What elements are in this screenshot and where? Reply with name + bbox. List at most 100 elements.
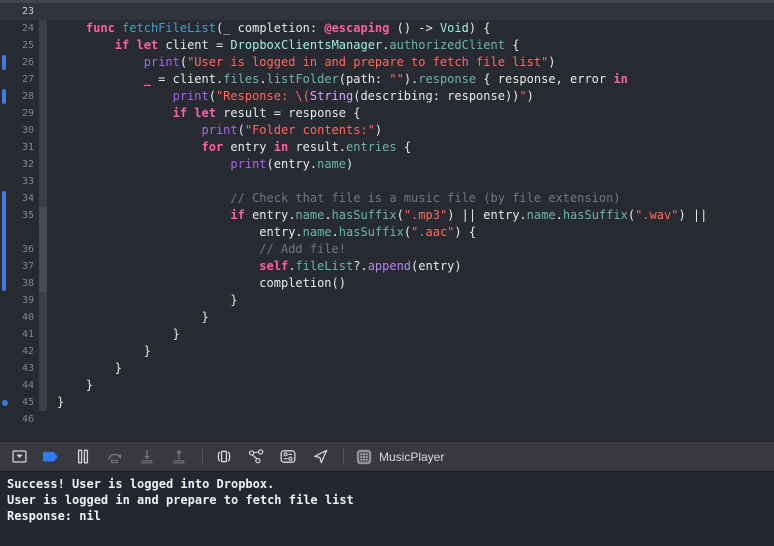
code-text: } <box>57 344 151 358</box>
code-line[interactable]: 43 } <box>0 360 774 377</box>
code-line[interactable]: 37 self.fileList?.append(entry) <box>0 258 774 275</box>
code-line[interactable]: 26 print("User is logged in and prepare … <box>0 54 774 71</box>
app-grid-icon <box>356 449 372 465</box>
code-area[interactable]: 23 24 func fetchFileList(_ completion: @e… <box>0 3 774 428</box>
process-chip: MusicPlayer <box>356 449 444 465</box>
environment-overrides-icon <box>279 448 297 465</box>
fold-ribbon <box>38 173 48 190</box>
line-number[interactable]: 41 <box>0 326 36 343</box>
fold-ribbon <box>38 88 48 105</box>
code-line[interactable]: 35 if entry.name.hasSuffix(".mp3") || en… <box>0 207 774 224</box>
line-number[interactable]: 25 <box>0 37 36 54</box>
code-line[interactable]: 40 } <box>0 309 774 326</box>
line-number[interactable]: 39 <box>0 292 36 309</box>
line-number[interactable]: 43 <box>0 360 36 377</box>
console-line: Success! User is logged into Dropbox. <box>7 477 275 491</box>
fold-ribbon <box>38 411 48 428</box>
code-line[interactable]: entry.name.hasSuffix(".aac") { <box>0 224 774 241</box>
memory-graph-button[interactable] <box>245 445 267 469</box>
code-text: } <box>57 293 238 307</box>
console-output[interactable]: Success! User is logged into Dropbox. Use… <box>0 472 774 546</box>
environment-overrides-button[interactable] <box>277 445 299 469</box>
code-line[interactable]: 32 print(entry.name) <box>0 156 774 173</box>
fold-ribbon <box>38 241 48 258</box>
debug-button-group <box>8 445 354 469</box>
code-text: } <box>57 310 209 324</box>
code-line[interactable]: 42 } <box>0 343 774 360</box>
breakpoints-toggle-button[interactable] <box>40 445 62 469</box>
fold-ribbon <box>38 309 48 326</box>
fold-ribbon <box>38 292 48 309</box>
step-out-icon <box>170 448 188 465</box>
line-number[interactable]: 46 <box>0 411 36 428</box>
change-dot <box>2 399 8 406</box>
code-text: } <box>57 361 123 375</box>
line-number[interactable]: 33 <box>0 173 36 190</box>
hide-debug-area-button[interactable] <box>8 445 30 469</box>
code-line[interactable]: 36 // Add file! <box>0 241 774 258</box>
code-line[interactable]: 25 if let client = DropboxClientsManager… <box>0 37 774 54</box>
fold-ribbon <box>38 394 48 411</box>
pause-button[interactable] <box>72 445 94 469</box>
line-number[interactable]: 44 <box>0 377 36 394</box>
toolbar-separator <box>202 448 203 465</box>
code-line[interactable]: 27 _ = client.files.listFolder(path: "")… <box>0 71 774 88</box>
change-bar <box>2 275 6 291</box>
line-number[interactable]: 30 <box>0 122 36 139</box>
step-into-button[interactable] <box>136 445 158 469</box>
memory-graph-icon <box>247 448 265 465</box>
change-bar <box>2 241 6 258</box>
code-line[interactable]: 44 } <box>0 377 774 394</box>
line-number[interactable]: 31 <box>0 139 36 156</box>
chevron-down-square-icon <box>11 448 28 465</box>
line-number[interactable]: 42 <box>0 343 36 360</box>
simulate-location-button[interactable] <box>309 445 331 469</box>
fold-ribbon <box>38 3 48 20</box>
view-hierarchy-icon <box>215 448 233 465</box>
change-bar <box>2 55 6 70</box>
line-number[interactable]: 32 <box>0 156 36 173</box>
code-line[interactable]: 23 <box>0 3 774 20</box>
fold-ribbon <box>38 71 48 88</box>
code-text: } <box>57 395 65 409</box>
fold-ribbon <box>38 139 48 156</box>
fold-ribbon <box>38 37 48 54</box>
code-text: } <box>57 327 180 341</box>
code-text: } <box>57 378 94 392</box>
fold-ribbon <box>38 122 48 139</box>
code-line[interactable]: 38 completion() <box>0 275 774 292</box>
code-line[interactable]: 45} <box>0 394 774 411</box>
code-line[interactable]: 46 <box>0 411 774 428</box>
console-line: User is logged in and prepare to fetch f… <box>7 493 354 507</box>
code-line[interactable]: 31 for entry in result.entries { <box>0 139 774 156</box>
code-text: print("User is logged in and prepare to … <box>143 55 556 69</box>
line-number[interactable]: 23 <box>0 3 36 20</box>
code-line[interactable]: 24 func fetchFileList(_ completion: @esc… <box>0 20 774 37</box>
code-line[interactable]: 39 } <box>0 292 774 309</box>
code-line[interactable]: 28 print("Response: \(String(describing:… <box>0 88 774 105</box>
view-hierarchy-button[interactable] <box>213 445 235 469</box>
step-out-button[interactable] <box>168 445 190 469</box>
fold-ribbon <box>38 326 48 343</box>
fold-ribbon <box>38 20 48 37</box>
code-line[interactable]: 33 <box>0 173 774 190</box>
fold-ribbon <box>38 343 48 360</box>
fold-ribbon <box>38 156 48 173</box>
line-number[interactable]: 27 <box>0 71 36 88</box>
code-editor[interactable]: 23 24 func fetchFileList(_ completion: @e… <box>0 0 774 441</box>
line-number[interactable]: 29 <box>0 105 36 122</box>
code-text: for entry in result.entries { <box>201 140 412 154</box>
code-text: if let result = response { <box>172 106 361 120</box>
code-line[interactable]: 34 // Check that file is a music file (b… <box>0 190 774 207</box>
code-line[interactable]: 29 if let result = response { <box>0 105 774 122</box>
line-number[interactable]: 24 <box>0 20 36 37</box>
line-number[interactable]: 40 <box>0 309 36 326</box>
code-text: if entry.name.hasSuffix(".mp3") || entry… <box>230 208 708 222</box>
code-line[interactable]: 41 } <box>0 326 774 343</box>
fold-ribbon <box>38 275 48 292</box>
step-over-button[interactable] <box>104 445 126 469</box>
code-line[interactable]: 30 print("Folder contents:") <box>0 122 774 139</box>
